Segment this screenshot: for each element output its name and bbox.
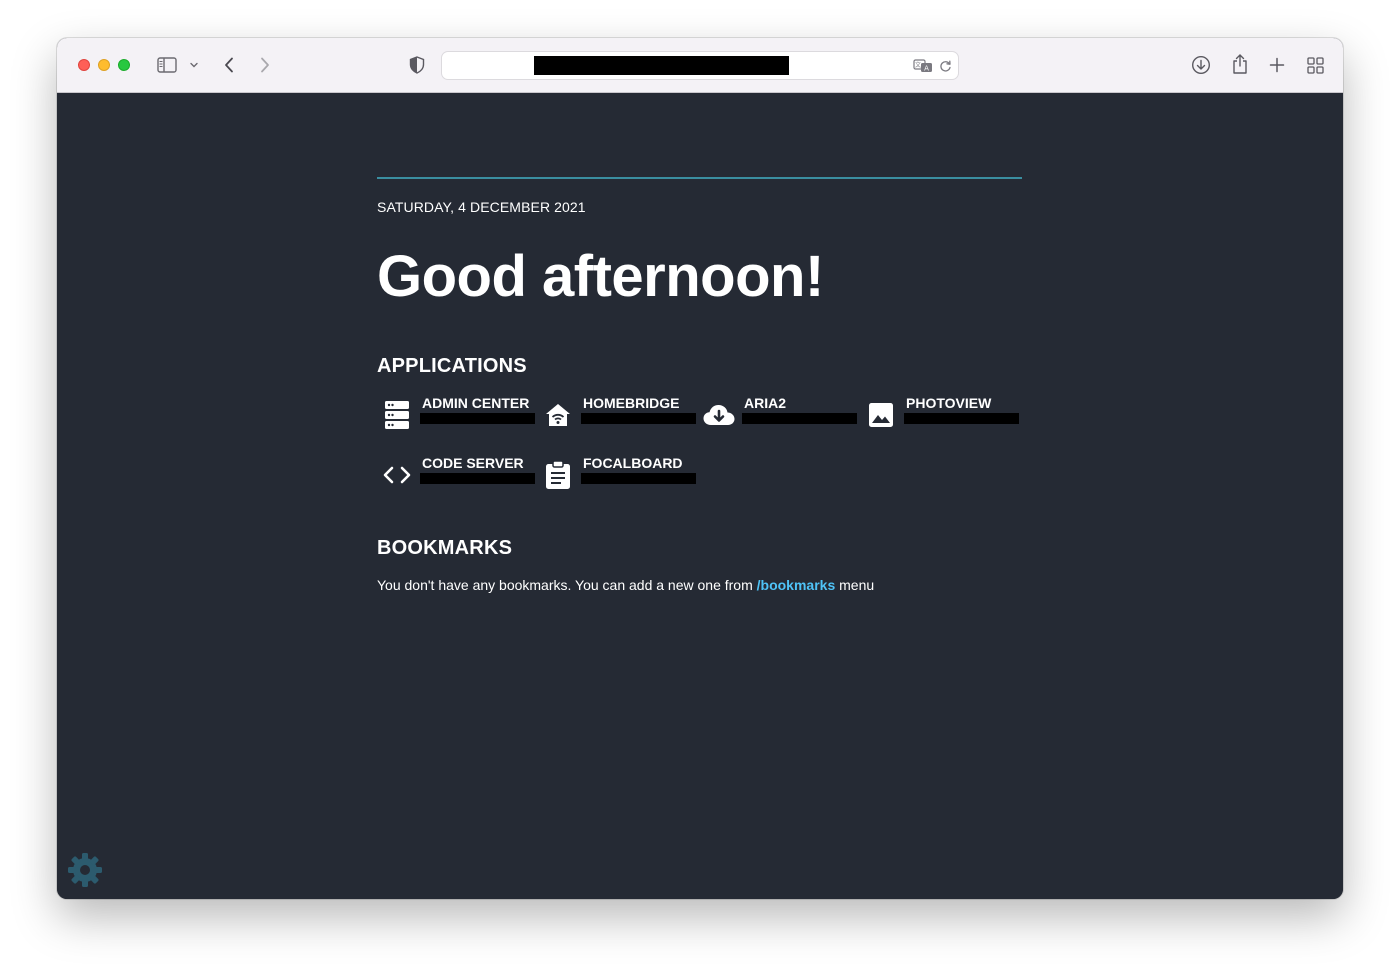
bookmarks-empty-message: You don't have any bookmarks. You can ad… — [377, 577, 874, 593]
redacted-app-url — [420, 413, 535, 424]
redacted-app-url — [904, 413, 1019, 424]
forward-icon[interactable] — [256, 54, 274, 76]
accent-divider — [377, 177, 1022, 179]
image-icon — [861, 395, 901, 435]
home-wifi-icon — [538, 395, 578, 435]
redacted-url — [534, 56, 789, 75]
current-date: SATURDAY, 4 DECEMBER 2021 — [377, 199, 586, 215]
download-icon[interactable] — [1190, 54, 1212, 76]
tab-overview-icon[interactable] — [1305, 55, 1325, 75]
app-focalboard[interactable]: FOCALBOARD — [538, 455, 698, 495]
app-label: ARIA2 — [744, 395, 787, 411]
minimize-window-button[interactable] — [98, 59, 110, 71]
gear-icon[interactable] — [66, 851, 104, 889]
redacted-app-url — [420, 473, 535, 484]
address-bar[interactable]: A文 — [441, 51, 959, 80]
applications-title: APPLICATIONS — [377, 355, 527, 377]
sidebar-icon[interactable] — [156, 55, 178, 75]
bookmarks-title: BOOKMARKS — [377, 537, 513, 559]
share-icon[interactable] — [1229, 52, 1251, 76]
bookmarks-link[interactable]: /bookmarks — [757, 577, 836, 593]
redacted-app-url — [581, 413, 696, 424]
app-label: FOCALBOARD — [583, 455, 683, 471]
clipboard-icon — [538, 455, 578, 495]
svg-text:A: A — [924, 65, 929, 73]
maximize-window-button[interactable] — [118, 59, 130, 71]
app-admin-center[interactable]: ADMIN CENTER — [377, 395, 537, 435]
app-label: CODE SERVER — [422, 455, 524, 471]
privacy-shield-icon[interactable] — [407, 55, 427, 75]
code-icon — [377, 455, 417, 495]
app-code-server[interactable]: CODE SERVER — [377, 455, 537, 495]
bookmarks-message-end: menu — [835, 577, 875, 593]
greeting-heading: Good afternoon! — [377, 244, 824, 309]
redacted-app-url — [742, 413, 857, 424]
close-window-button[interactable] — [78, 59, 90, 71]
redacted-app-url — [581, 473, 696, 484]
page-content: SATURDAY, 4 DECEMBER 2021 Good afternoon… — [57, 93, 1343, 899]
reload-icon[interactable] — [937, 58, 953, 74]
browser-toolbar: A文 — [57, 38, 1343, 93]
new-tab-icon[interactable] — [1267, 55, 1287, 75]
app-aria2[interactable]: ARIA2 — [699, 395, 859, 435]
app-homebridge[interactable]: HOMEBRIDGE — [538, 395, 698, 435]
server-icon — [377, 395, 417, 435]
chevron-down-icon[interactable] — [188, 58, 200, 72]
app-label: PHOTOVIEW — [906, 395, 992, 411]
translate-icon[interactable]: A文 — [912, 57, 934, 75]
bookmarks-message-start: You don't have any bookmarks. You can ad… — [377, 577, 757, 593]
app-label: HOMEBRIDGE — [583, 395, 680, 411]
svg-text:文: 文 — [915, 61, 921, 69]
cloud-download-icon — [699, 395, 739, 435]
app-photoview[interactable]: PHOTOVIEW — [861, 395, 1021, 435]
browser-window: A文 SATURDAY, 4 DECEMBER 2021 Good aftern… — [57, 38, 1343, 899]
app-label: ADMIN CENTER — [422, 395, 530, 411]
back-icon[interactable] — [220, 54, 238, 76]
